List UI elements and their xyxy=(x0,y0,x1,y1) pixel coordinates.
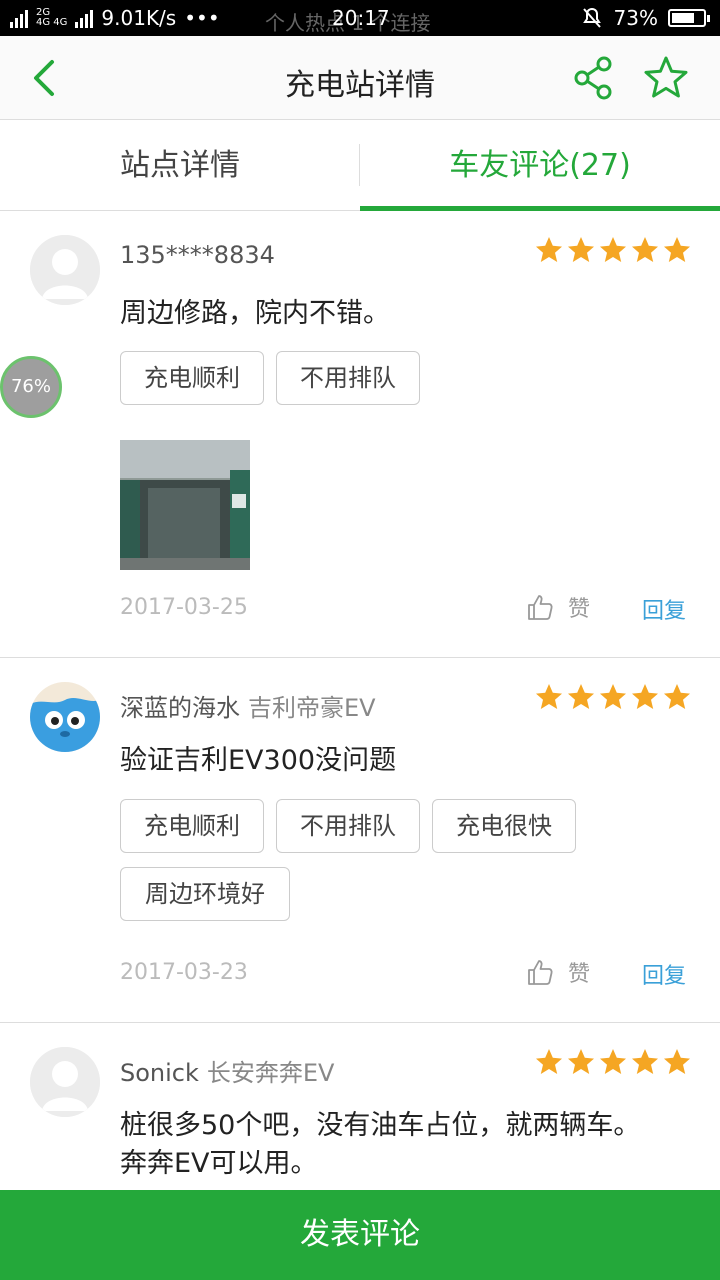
username: Sonick xyxy=(120,1059,199,1087)
network-mid: 4G 4G xyxy=(36,17,68,28)
more-dots: ••• xyxy=(184,6,220,30)
star-filled-icon xyxy=(664,1049,690,1074)
star-filled-icon xyxy=(632,684,658,709)
rating-stars xyxy=(534,1047,692,1077)
review-tag: 充电顺利 xyxy=(120,799,264,853)
status-left: 2G 4G 4G 9.01K/s ••• xyxy=(10,6,220,30)
battery-percent: 73% xyxy=(613,6,658,30)
avatar[interactable] xyxy=(30,235,100,305)
rating-stars xyxy=(534,235,692,265)
header: 充电站详情 xyxy=(0,36,720,120)
status-right: 73% xyxy=(580,6,710,30)
star-filled-icon xyxy=(600,237,626,262)
network-type: 2G 4G 4G xyxy=(36,8,67,28)
rating-stars xyxy=(534,682,692,712)
review-date: 2017-03-25 xyxy=(120,595,248,620)
review-item: 深蓝的海水 吉利帝豪EV 验证吉利EV300没问题 充电顺利 不用排队 充电很快 … xyxy=(0,658,720,1023)
review-tag: 充电很快 xyxy=(432,799,576,853)
battery-icon xyxy=(668,9,710,27)
default-avatar-icon xyxy=(30,235,100,305)
like-label: 赞 xyxy=(568,597,591,622)
thumbs-up-icon xyxy=(528,595,553,620)
thumbs-up-icon xyxy=(528,960,553,985)
username: 深蓝的海水 xyxy=(120,694,240,722)
signal-icon-2 xyxy=(75,8,94,28)
review-tag: 不用排队 xyxy=(276,799,420,853)
star-filled-icon xyxy=(536,237,562,262)
review-author: 深蓝的海水 吉利帝豪EV xyxy=(120,688,376,723)
reply-button[interactable]: 回复 xyxy=(642,593,686,625)
signal-icon xyxy=(10,8,28,28)
star-filled-icon xyxy=(536,1049,562,1074)
status-bar: 2G 4G 4G 9.01K/s ••• 个人热点 1 个连接 20:17 73… xyxy=(0,0,720,36)
net-speed: 9.01K/s xyxy=(101,6,177,30)
star-filled-icon xyxy=(568,1049,594,1074)
review-tag: 充电顺利 xyxy=(120,351,264,405)
username: 135****8834 xyxy=(120,241,275,269)
like-button[interactable]: 赞 xyxy=(526,591,590,623)
star-filled-icon xyxy=(600,684,626,709)
star-filled-icon xyxy=(632,1049,658,1074)
like-button[interactable]: 赞 xyxy=(526,956,590,988)
tab-bar: 站点详情 车友评论(27) xyxy=(0,120,720,211)
review-text: 桩很多50个吧，没有油车占位，就两辆车。奔奔EV可以用。 xyxy=(120,1110,641,1179)
review-author: 135****8834 xyxy=(120,241,275,269)
floating-speed-badge[interactable]: 76% xyxy=(0,356,62,418)
review-text: 验证吉利EV300没问题 xyxy=(120,745,397,776)
tab-station-details[interactable]: 站点详情 xyxy=(0,120,360,210)
car-model: 长安奔奔EV xyxy=(206,1059,335,1087)
avatar[interactable] xyxy=(30,682,100,752)
review-author: Sonick 长安奔奔EV xyxy=(120,1053,334,1088)
battery-fill xyxy=(672,13,694,23)
clock: 20:17 xyxy=(332,6,390,30)
default-avatar-icon xyxy=(30,1047,100,1117)
car-model: 吉利帝豪EV xyxy=(248,694,376,722)
review-tag: 周边环境好 xyxy=(120,867,290,921)
review-date: 2017-03-23 xyxy=(120,960,248,985)
tab-reviews[interactable]: 车友评论(27) xyxy=(360,120,720,210)
review-item: Sonick 长安奔奔EV 桩很多50个吧，没有油车占位，就两辆车。奔奔EV可以用… xyxy=(0,1023,720,1190)
review-photo[interactable] xyxy=(120,440,250,570)
bell-muted-icon xyxy=(582,7,601,28)
star-filled-icon xyxy=(568,684,594,709)
user-avatar-image xyxy=(30,682,100,752)
star-filled-icon xyxy=(536,684,562,709)
share-icon[interactable] xyxy=(570,54,618,102)
review-item: 135****8834 周边修路，院内不错。 充电顺利 不用排队 2017-03… xyxy=(0,211,720,658)
star-filled-icon xyxy=(568,237,594,262)
avatar[interactable] xyxy=(30,1047,100,1117)
star-filled-icon xyxy=(664,684,690,709)
review-text: 周边修路，院内不错。 xyxy=(120,298,390,329)
star-outline-icon[interactable] xyxy=(642,54,690,102)
like-label: 赞 xyxy=(568,962,591,987)
post-review-button[interactable]: 发表评论 xyxy=(0,1190,720,1280)
star-filled-icon xyxy=(664,237,690,262)
reply-button[interactable]: 回复 xyxy=(642,958,686,990)
charging-station-photo xyxy=(120,440,250,570)
star-filled-icon xyxy=(600,1049,626,1074)
review-tag: 不用排队 xyxy=(276,351,420,405)
star-filled-icon xyxy=(632,237,658,262)
